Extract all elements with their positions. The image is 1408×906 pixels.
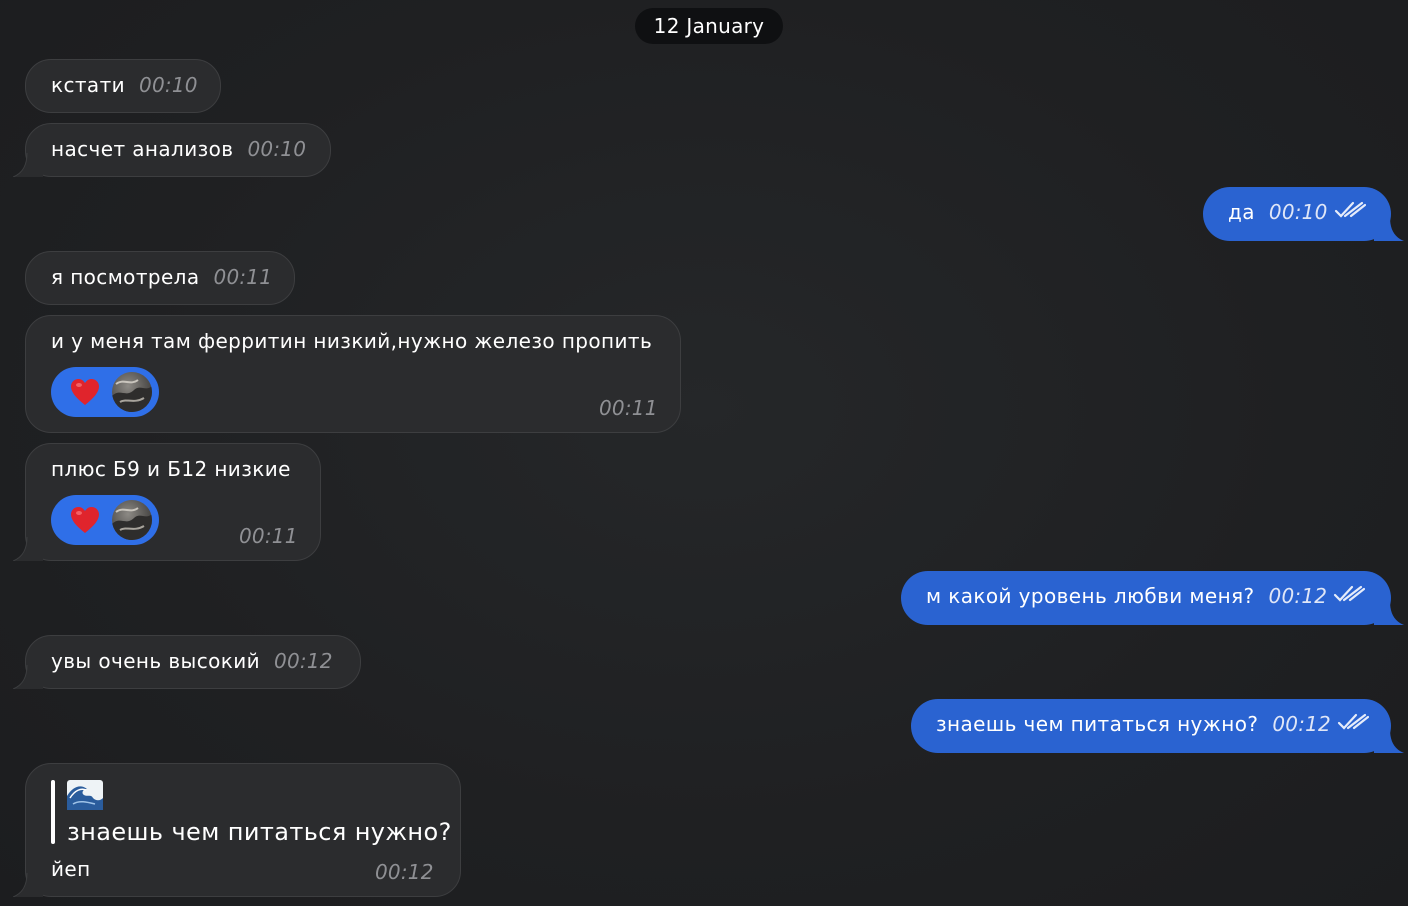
bubble-tail [1374, 217, 1404, 241]
heart-icon [71, 379, 99, 405]
heart-icon [71, 507, 99, 533]
message-text: увы очень высокий [51, 649, 261, 673]
reaction-pill[interactable] [51, 367, 159, 417]
double-check-icon [1334, 585, 1366, 602]
avatar [112, 372, 152, 412]
double-check-icon [1334, 201, 1366, 218]
bubble-tail [1374, 601, 1404, 625]
message-time: 00:12 [1272, 712, 1331, 736]
message-time: 00:12 [1268, 584, 1328, 608]
reply-quote-bar [51, 780, 55, 844]
outgoing-message[interactable]: знаешь чем питаться нужно? 00:12 [911, 699, 1404, 753]
incoming-message[interactable]: знаешь чем питаться нужно? йеп 00:12 [13, 763, 461, 897]
message-time: 00:11 [599, 396, 658, 420]
bubble-tail [1374, 729, 1404, 753]
message-time: 00:11 [239, 524, 298, 548]
incoming-message[interactable]: кстати 00:10 [25, 59, 221, 113]
incoming-message[interactable]: плюс Б9 и Б12 низкие 00:11 [13, 443, 321, 561]
message-text: плюс Б9 и Б12 низкие [51, 457, 291, 481]
message-text: м какой уровень любви меня? [926, 584, 1255, 608]
outgoing-message[interactable]: да 00:10 [1203, 187, 1404, 241]
message-time: 00:11 [213, 265, 273, 289]
outgoing-message[interactable]: м какой уровень любви меня? 00:12 [901, 571, 1404, 625]
message-text: и у меня там ферритин низкий,нужно желез… [51, 329, 653, 353]
date-separator: 12 January [635, 8, 783, 44]
chat-view: 12 January кстати 00:10 насчет анализов … [0, 0, 1408, 906]
message-time: 00:10 [247, 137, 307, 161]
message-time: 00:12 [375, 860, 434, 884]
incoming-message[interactable]: увы очень высокий 00:12 [13, 635, 361, 689]
message-time: 00:12 [274, 649, 333, 673]
message-text: я посмотрела [51, 265, 200, 289]
double-check-icon [1337, 713, 1369, 730]
message-time: 00:10 [1268, 200, 1328, 224]
bubble-tail [13, 153, 43, 177]
reaction-pill[interactable] [51, 495, 159, 545]
message-text: кстати [51, 73, 126, 97]
bubble-tail [13, 537, 43, 561]
quoted-message-text[interactable]: знаешь чем питаться нужно? [67, 818, 452, 846]
incoming-message[interactable]: я посмотрела 00:11 [25, 251, 295, 305]
incoming-message[interactable]: насчет анализов 00:10 [13, 123, 331, 177]
message-text: насчет анализов [51, 137, 234, 161]
message-text: да [1228, 200, 1255, 224]
message-text: знаешь чем питаться нужно? [936, 712, 1259, 736]
bubble-tail [13, 665, 43, 689]
message-text: йеп [51, 857, 91, 881]
message-time: 00:10 [139, 73, 198, 97]
wave-emoji-icon [67, 780, 103, 810]
incoming-message[interactable]: и у меня там ферритин низкий,нужно желез… [25, 315, 681, 433]
avatar [112, 500, 152, 540]
bubble-tail [13, 873, 43, 897]
